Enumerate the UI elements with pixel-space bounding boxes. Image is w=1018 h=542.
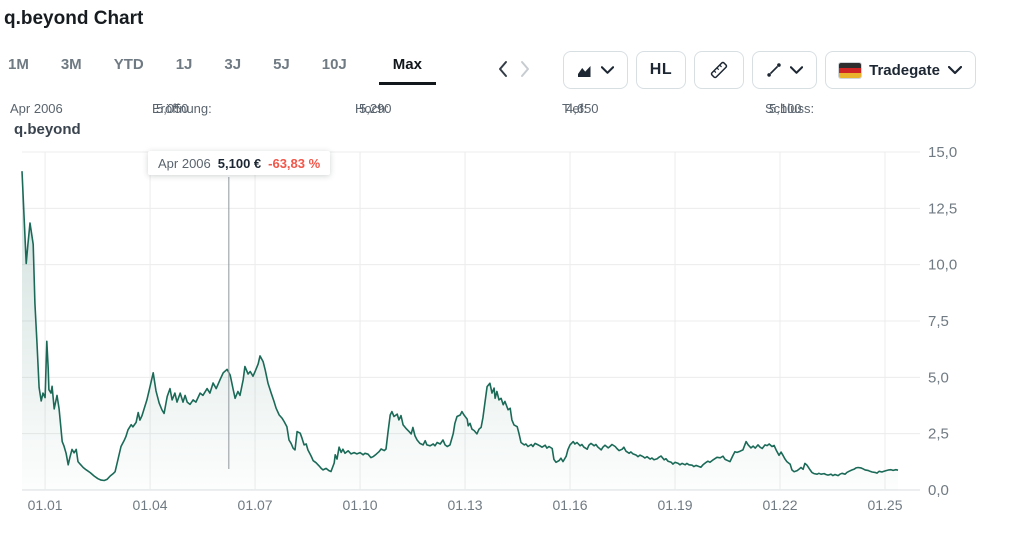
y-axis-label: 5,0	[928, 369, 949, 386]
y-axis-label: 10,0	[928, 257, 957, 274]
chart-tooltip: Apr 2006 5,100 € -63,83 %	[148, 151, 330, 175]
x-axis-label: 01.13	[448, 497, 483, 513]
x-axis-label: 01.10	[343, 497, 378, 513]
x-axis-label: 01.16	[553, 497, 588, 513]
price-chart[interactable]: 0,0 2,5 5,0 7,5 10,0 12,5 15,0 01.01 01.04 01.07 0…	[0, 0, 1018, 542]
tooltip-date: Apr 2006	[158, 156, 211, 171]
qbeyond-chart-widget: q.beyond Chart 1M 3M YTD 1J 3J 5J 10J Ma…	[0, 0, 1018, 542]
x-axis-label: 01.07	[238, 497, 273, 513]
y-axis-label: 0,0	[928, 482, 949, 499]
x-axis-label: 01.25	[867, 497, 902, 513]
x-axis-label: 01.19	[658, 497, 693, 513]
x-axis-label: 01.04	[133, 497, 168, 513]
y-axis-label: 15,0	[928, 144, 957, 161]
y-axis-label: 7,5	[928, 313, 949, 330]
tooltip-price: 5,100 €	[218, 156, 261, 171]
tooltip-change: -63,83 %	[268, 156, 320, 171]
y-axis-label: 12,5	[928, 200, 957, 217]
x-axis-label: 01.01	[28, 497, 63, 513]
x-axis-label: 01.22	[762, 497, 797, 513]
area-fill	[22, 171, 898, 490]
y-axis-label: 2,5	[928, 426, 949, 443]
